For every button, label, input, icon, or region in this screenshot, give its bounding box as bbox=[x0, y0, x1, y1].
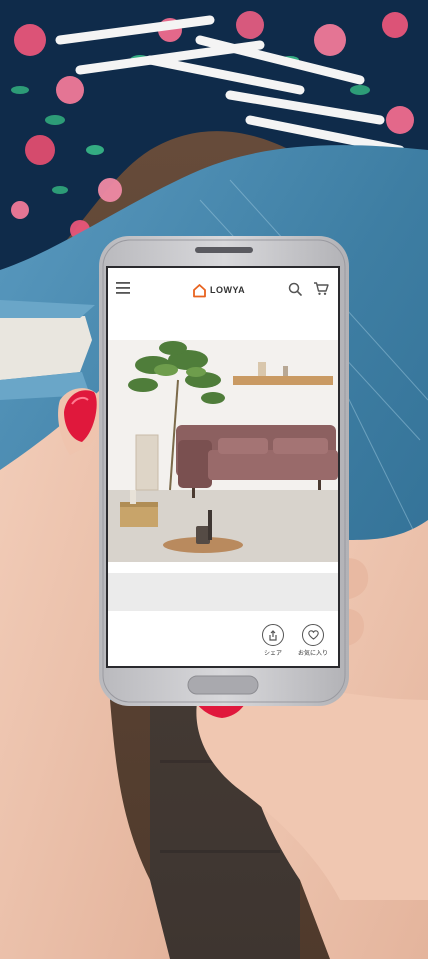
brand-logo[interactable]: LOWYA bbox=[192, 282, 245, 298]
favorite-action[interactable]: お気に入り bbox=[298, 624, 328, 664]
share-icon bbox=[262, 624, 284, 646]
cart-icon[interactable] bbox=[313, 281, 329, 296]
content-placeholder-band bbox=[108, 573, 338, 611]
search-icon[interactable] bbox=[288, 282, 302, 296]
app-header: LOWYA bbox=[108, 268, 338, 308]
share-action[interactable]: シェア bbox=[258, 624, 288, 664]
house-logo-icon bbox=[193, 283, 206, 297]
share-label: シェア bbox=[263, 651, 282, 657]
photo-scene: LOWYA シェア お気に入り bbox=[0, 0, 428, 959]
heart-icon bbox=[302, 624, 324, 646]
phone-screen: LOWYA シェア お気に入り bbox=[108, 268, 338, 666]
hero-living-room-image[interactable] bbox=[108, 340, 338, 562]
favorite-label: お気に入り bbox=[298, 651, 329, 657]
brand-name: LOWYA bbox=[210, 285, 246, 295]
menu-icon[interactable] bbox=[116, 282, 130, 294]
